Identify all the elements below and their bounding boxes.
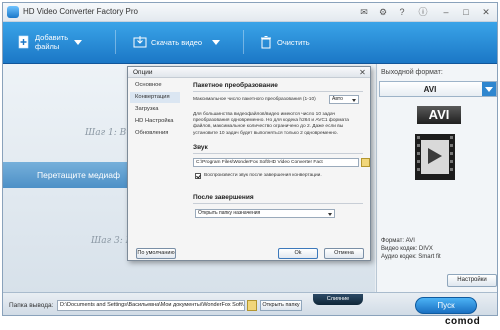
toolbar-divider [115,30,116,54]
minimize-button[interactable]: – [439,6,453,18]
output-folder-label: Папка вывода: [9,302,54,309]
merge-button[interactable]: Слияние [313,294,363,305]
dialog-title-bar: Опции ✕ [128,67,370,78]
chevron-down-icon [352,99,356,102]
chevron-down-icon [328,213,332,216]
film-reel-icon [415,134,455,180]
chevron-down-icon[interactable] [212,39,221,45]
options-nav: Основное Конвертация Загрузка HD Настрой… [130,80,180,240]
nav-item-general[interactable]: Основное [130,80,180,91]
max-tasks-label: Максимальное число пакетного преобразова… [193,97,316,102]
clear-button[interactable]: Очистить [259,28,310,56]
ok-button[interactable]: Ok [278,248,318,259]
chevron-down-icon[interactable] [482,82,496,96]
section-divider [193,153,363,154]
format-info: Формат: AVI [381,238,415,244]
drop-hint: Перетащите медиаф [37,170,120,180]
folder-icon[interactable] [361,158,370,167]
close-button[interactable]: ✕ [479,6,493,18]
max-tasks-select[interactable]: Авто [329,95,359,104]
sound-section-title: Звук [193,144,208,151]
title-bar: HD Video Converter Factory Pro ✉ ⚙ ? ⓘ –… [3,3,497,22]
open-folder-button[interactable]: Открыть папку [260,300,302,311]
close-icon[interactable]: ✕ [358,68,367,77]
nav-item-download[interactable]: Загрузка [130,104,180,115]
gear-icon[interactable]: ⚙ [376,6,390,18]
format-badge: AVI [417,106,461,124]
options-dialog: Опции ✕ Основное Конвертация Загрузка HD… [127,66,371,261]
info-icon[interactable]: ⓘ [416,6,430,18]
cancel-button[interactable]: Отмена [324,248,364,259]
chevron-down-icon[interactable] [74,39,83,45]
trash-icon [261,36,271,49]
settings-button[interactable]: Настройки [447,274,497,287]
add-files-button[interactable]: Добавить файлы [17,28,83,56]
output-format-value: AVI [423,85,437,94]
output-folder-field[interactable]: D:\Documents and Settings\Васильевна\Мои… [57,300,245,311]
output-format-panel: Выходной формат: AVI AVI Формат: AVI Вид… [376,64,497,292]
maximize-button[interactable]: □ [459,6,473,18]
output-format-select[interactable]: AVI [379,81,497,97]
watermark: comod [445,316,481,327]
bottom-bar: Папка вывода: D:\Documents and Settings\… [3,292,497,315]
start-button[interactable]: Пуск [415,297,477,314]
dialog-title: Опции [133,69,153,76]
add-files-label: Добавить файлы [35,33,69,51]
add-file-icon [18,35,29,49]
sound-file-field[interactable]: C:\Program Files\WonderFox Soft\HD Video… [193,158,359,167]
play-sound-label: Воспроизвести звук после завершения конв… [204,173,322,178]
download-icon [133,36,147,48]
batch-section-title: Пакетное преобразование [193,82,278,89]
max-tasks-value: Авто [332,96,343,102]
download-video-label: Скачать видео [151,37,203,47]
after-action-value: Открыть папку назначения [198,210,261,216]
window-title: HD Video Converter Factory Pro [23,7,139,16]
after-section-title: После завершения [193,194,254,201]
default-button[interactable]: По умолчанию [136,248,176,259]
settings-label: Настройки [457,277,487,283]
options-content: Пакетное преобразование Максимальное чис… [183,80,370,245]
format-preview: AVI [401,106,461,186]
clear-label: Очистить [277,37,310,47]
audio-codec-info: Аудио кодек: Smart fit [381,254,441,260]
output-format-title: Выходной формат: [381,69,443,76]
section-divider [193,91,363,92]
download-video-button[interactable]: Скачать видео [133,28,221,56]
nav-item-hd-settings[interactable]: HD Настройка [130,116,180,127]
toolbar-divider [243,30,244,54]
video-codec-info: Видео кодек: DIVX [381,246,433,252]
help-icon[interactable]: ? [395,6,409,18]
section-divider [193,203,363,204]
app-logo-icon [7,6,19,18]
nav-item-conversion[interactable]: Конвертация [130,92,180,103]
play-sound-checkbox[interactable] [195,173,201,179]
nav-item-updates[interactable]: Обновления [130,128,180,139]
folder-icon[interactable] [247,300,257,311]
batch-note: Для большинства видеофайлов/видео имеютс… [193,112,349,136]
after-action-select[interactable]: Открыть папку назначения [195,209,335,218]
mail-icon[interactable]: ✉ [357,6,371,18]
toolbar: Добавить файлы Скачать видео Очистить [3,22,497,64]
